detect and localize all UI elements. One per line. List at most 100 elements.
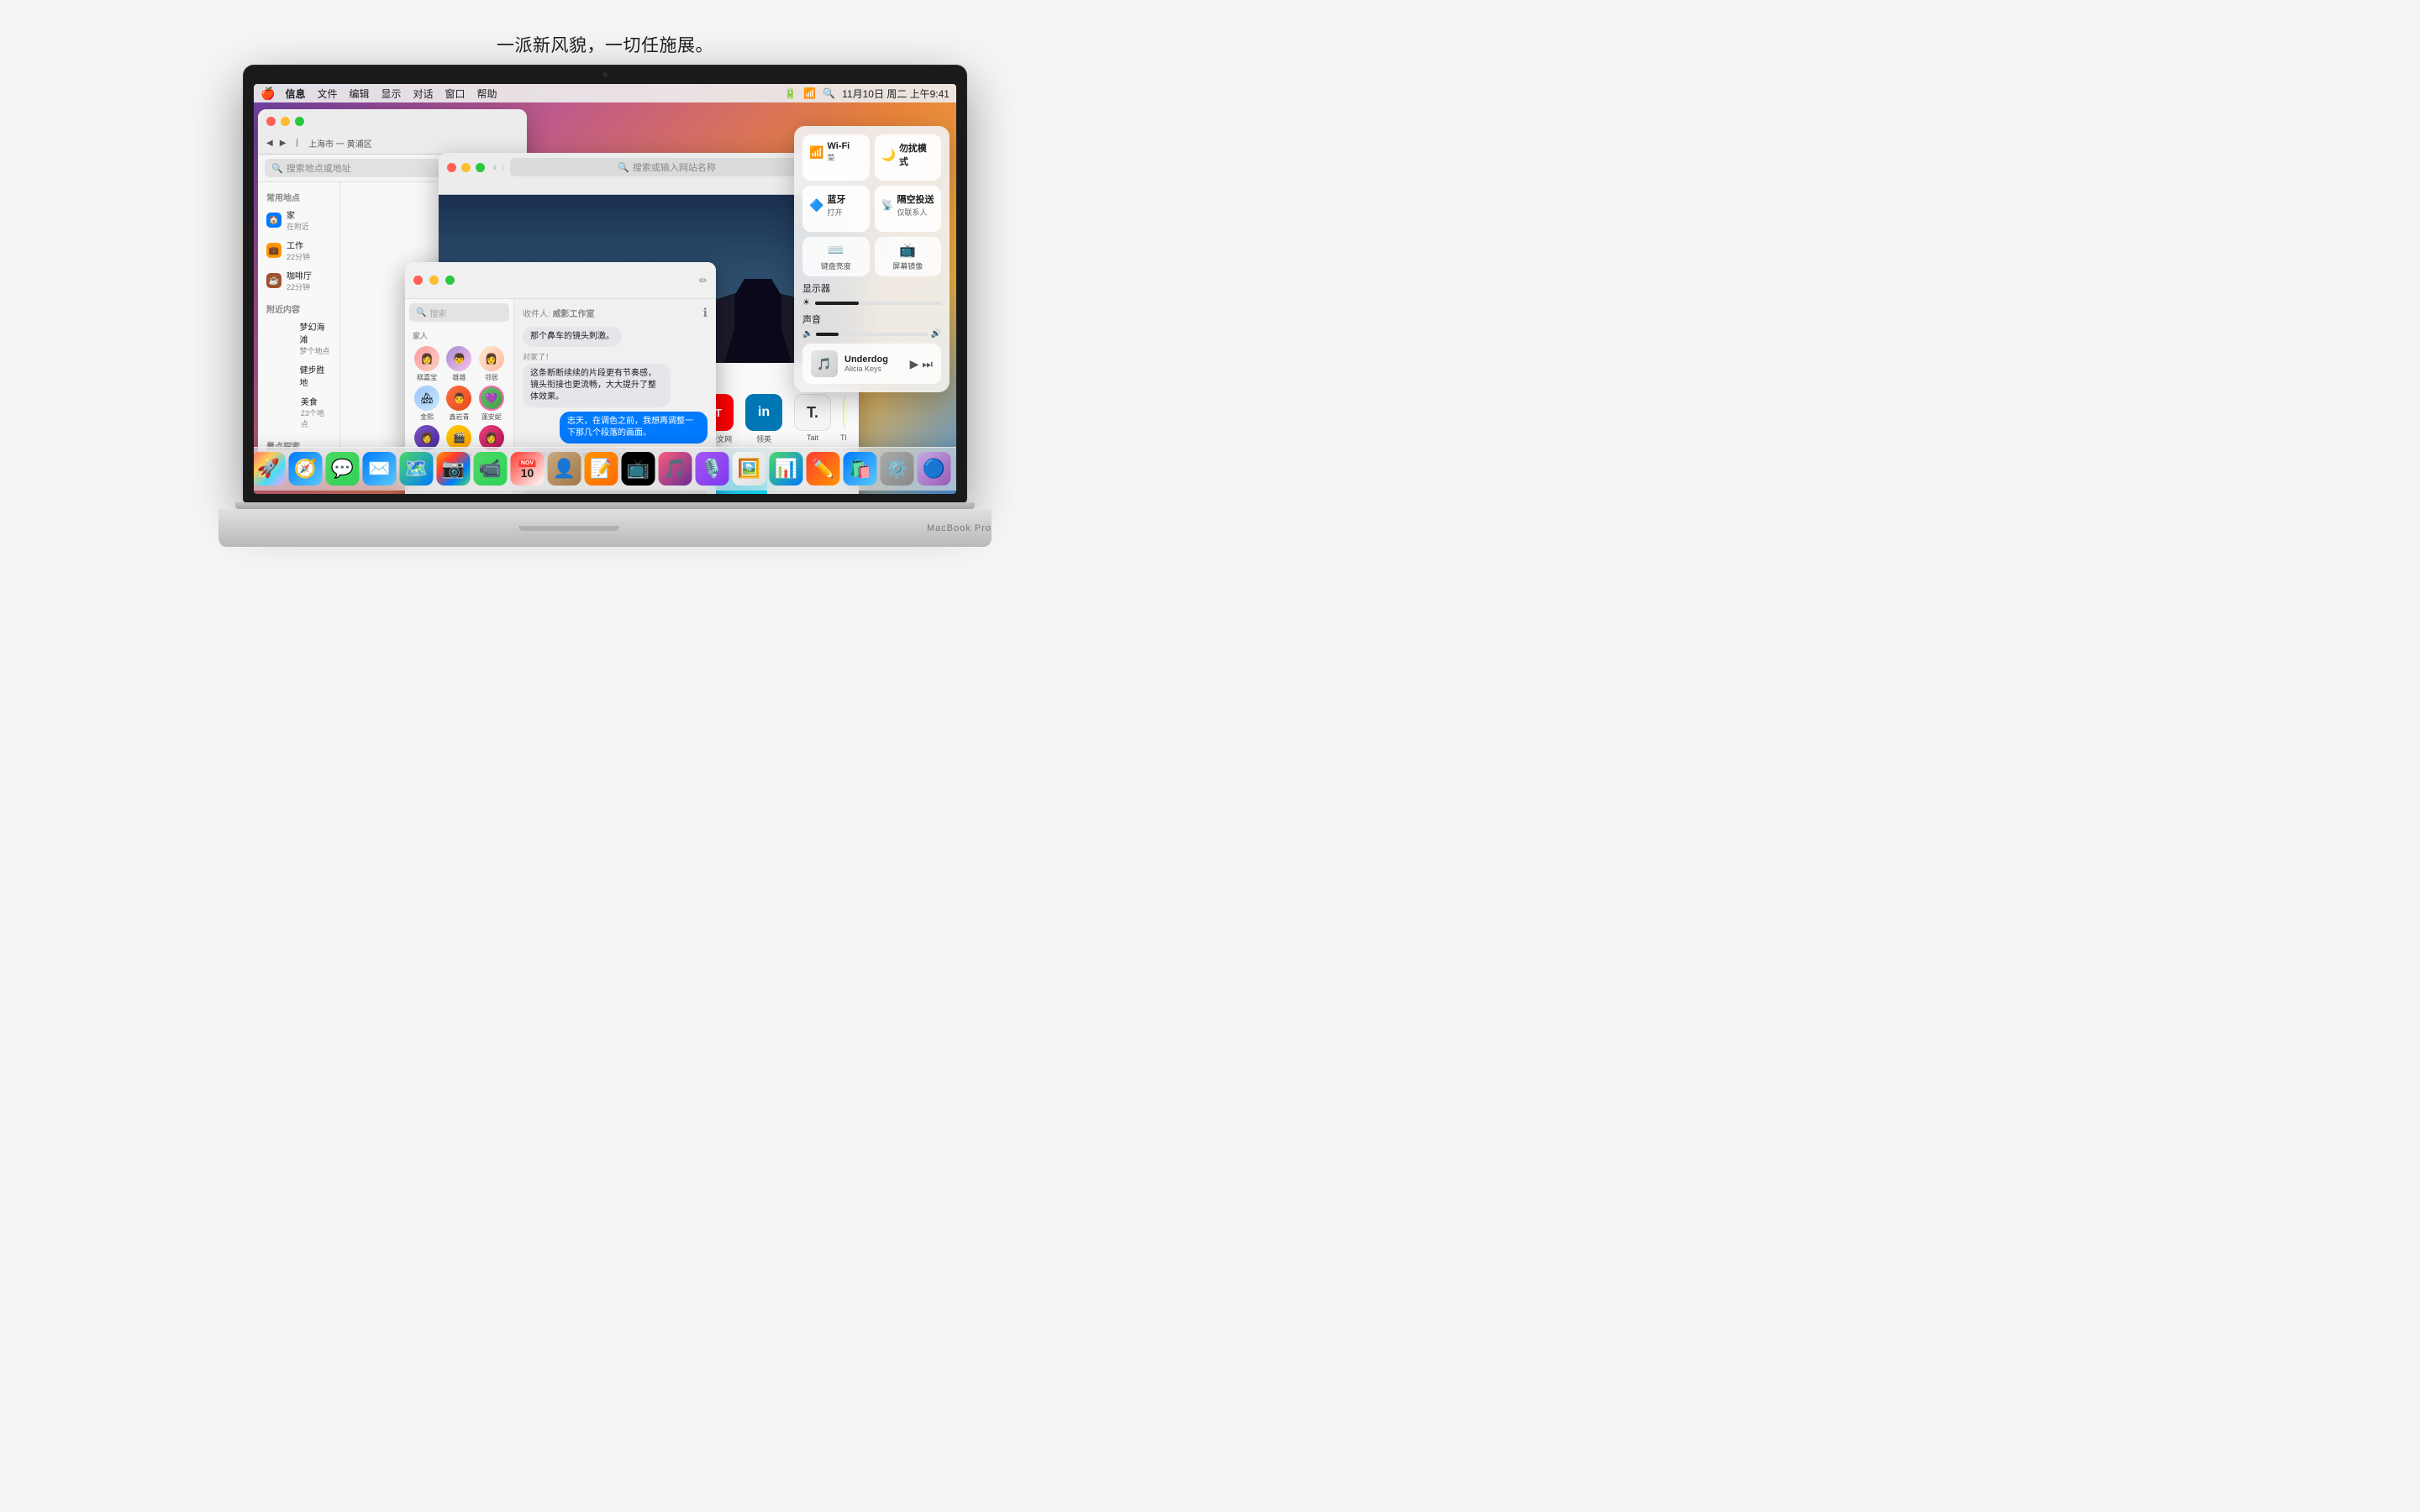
cc-dnd-tile[interactable]: 🌙 勿扰模式 (875, 134, 942, 181)
dock-contacts[interactable]: 👤 (548, 452, 581, 486)
dock-appletv[interactable]: 📺 (622, 452, 655, 486)
safari-search-placeholder: 搜索或输入网站名称 (633, 160, 716, 174)
cc-wifi-tile[interactable]: 📶 Wi-Fi 菜 (802, 134, 870, 181)
search-icon[interactable]: 🔍 (823, 87, 835, 99)
cc-display-slider-fill (815, 302, 860, 305)
macbook-hinge (235, 502, 975, 509)
dock-photos[interactable]: 📷 (437, 452, 471, 486)
menubar-view[interactable]: 显示 (381, 87, 401, 101)
dock-music[interactable]: 🎵 (659, 452, 692, 486)
contact-item-4[interactable]: 👨 鑫岩青 (445, 386, 473, 422)
maps-home-item[interactable]: 🏠 家在附近 (258, 205, 339, 235)
safari-close-button[interactable] (447, 163, 456, 172)
menubar-help[interactable]: 帮助 (477, 87, 497, 101)
maps-cafe-item[interactable]: ☕ 咖啡厅22分钟 (258, 265, 339, 296)
contact-item-2[interactable]: 👩 邻居 (477, 346, 506, 382)
apple-menu[interactable]: 🍎 (260, 87, 275, 101)
wifi-icon: 📶 (803, 87, 816, 99)
cc-media-title: Underdog (844, 354, 903, 365)
menubar-edit[interactable]: 编辑 (349, 87, 369, 101)
safari-minimize-button[interactable] (461, 163, 471, 172)
minimize-button[interactable] (281, 117, 290, 126)
maps-search-placeholder: 搜索地点或地址 (287, 161, 351, 175)
dock-numbers[interactable]: 📊 (770, 452, 803, 486)
msg-minimize-button[interactable] (429, 276, 439, 285)
food-sub: 23个地点 (301, 407, 331, 429)
cc-screen-tile[interactable]: 📺 屏幕镜像 (875, 237, 942, 276)
dock-sketch[interactable]: ✏️ (807, 452, 840, 486)
dock-podcasts[interactable]: 🎙️ (696, 452, 729, 486)
bookmark-tait[interactable]: T. Tait (792, 394, 833, 444)
contact-item-1[interactable]: 👦 雄雄 (445, 346, 473, 382)
maps-nearby-title: 附近内容 (258, 299, 339, 317)
volume-speaker-icon: 🔊 (931, 329, 941, 339)
cc-dnd-title: 勿扰模式 (899, 141, 934, 168)
dock-systemprefs[interactable]: ⚙️ (881, 452, 914, 486)
dock-safari[interactable]: 🧭 (289, 452, 323, 486)
messages-info-icon[interactable]: ℹ (703, 306, 708, 320)
walk-name: 健步胜地 (299, 363, 330, 388)
home-icon: 🏠 (266, 213, 281, 228)
cc-airdrop-tile[interactable]: 📡 隔空投送 仅联系人 (875, 186, 942, 232)
contact-name-1: 雄雄 (452, 373, 466, 382)
bookmark-tait-icon: T. (794, 394, 831, 431)
maps-food-item[interactable]: 美食23个地点 (258, 391, 339, 433)
dock-launchpad[interactable]: 🚀 (254, 452, 286, 486)
contact-item-5[interactable]: 💜 蓬安妮 (477, 386, 506, 422)
menubar-conversation[interactable]: 对话 (413, 87, 434, 101)
datetime-display: 11月10日 周二 上午9:41 (842, 87, 950, 101)
safari-back-icon[interactable]: ‹ (493, 161, 497, 173)
dock-maps[interactable]: 🗺️ (400, 452, 434, 486)
cc-airdrop-sub: 仅联系人 (897, 207, 934, 218)
play-icon[interactable]: ▶ (910, 357, 919, 371)
msg-maximize-button[interactable] (445, 276, 455, 285)
cc-media-controls: ▶ ⏭ (910, 357, 933, 371)
maximize-button[interactable] (295, 117, 304, 126)
maps-location: 上海市 一 黄浦区 (308, 137, 372, 150)
menubar-file[interactable]: 文件 (317, 87, 337, 101)
bookmark-design[interactable]: ☀ The Design Files (841, 394, 846, 444)
menubar-app-name[interactable]: 信息 (285, 87, 305, 101)
dock-siri[interactable]: 🔵 (918, 452, 951, 486)
cc-volume-slider[interactable] (816, 333, 927, 336)
menubar-window[interactable]: 窗口 (445, 87, 466, 101)
contact-item-0[interactable]: 👩 糕嘉宝 (413, 346, 441, 382)
next-icon[interactable]: ⏭ (922, 357, 933, 371)
cc-media-card: 🎵 Underdog Alicia Keys ▶ ⏭ (802, 344, 941, 384)
msg-compose-icon[interactable]: ✏ (699, 275, 708, 286)
safari-forward-icon[interactable]: › (502, 161, 505, 173)
contact-name-4: 鑫岩青 (449, 412, 469, 422)
cc-mid-row: 🔷 蓝牙 打开 📡 隔空投送 (802, 186, 941, 232)
messages-search-input[interactable]: 🔍 搜索 (409, 303, 509, 322)
avatar-4: 👨 (446, 386, 471, 411)
msg-group-1: 对家了！ 这条断断续续的片段更有节奏感，镜头衔接也更流畅，大大提升了整体效果。 (523, 351, 708, 407)
msg-close-button[interactable] (413, 276, 423, 285)
dock-mail[interactable]: ✉️ (363, 452, 397, 486)
cc-keyboard-tile[interactable]: ⌨️ 键盘亮度 (802, 237, 870, 276)
maps-walk-item[interactable]: 健步胜地 (258, 360, 339, 391)
bookmark-linkedin-icon: in (745, 394, 782, 431)
dock-appstore[interactable]: 🛍️ (844, 452, 877, 486)
dock-reminders[interactable]: 📝 (585, 452, 618, 486)
dock-facetime[interactable]: 📹 (474, 452, 508, 486)
maps-beach-item[interactable]: 梦幻海滩梦个地点 (258, 317, 339, 360)
dock-messages[interactable]: 💬 (326, 452, 360, 486)
maps-work-item[interactable]: 💼 工作22分钟 (258, 235, 339, 265)
safari-address-bar[interactable]: 🔍 搜索或输入网站名称 (510, 158, 823, 176)
close-button[interactable] (266, 117, 276, 126)
cc-airdrop-header: 📡 隔空投送 仅联系人 (881, 192, 935, 218)
msg-bubble-0: 那个鼻车的镜头刺激。 (523, 327, 622, 347)
safari-maximize-button[interactable] (476, 163, 485, 172)
cc-display-slider[interactable] (815, 302, 941, 305)
avatar-2: 👩 (479, 346, 504, 371)
cc-volume-fill (816, 333, 838, 336)
dock-calendar[interactable]: NOV 10 (511, 452, 544, 486)
desktop: ◀▶ | 上海市 一 黄浦区 🔍 搜索地点或地址 常用地点 (254, 102, 956, 494)
cc-bluetooth-tile[interactable]: 🔷 蓝牙 打开 (802, 186, 870, 232)
bookmark-linkedin[interactable]: in 领英 (744, 394, 784, 444)
cc-keyboard-label: 键盘亮度 (821, 260, 851, 271)
dock-separator (956, 456, 957, 481)
dock-keynote[interactable]: 🖼️ (733, 452, 766, 486)
beach-sub: 梦个地点 (299, 345, 330, 356)
contact-item-3[interactable]: 🏘 金熙 (413, 386, 441, 422)
